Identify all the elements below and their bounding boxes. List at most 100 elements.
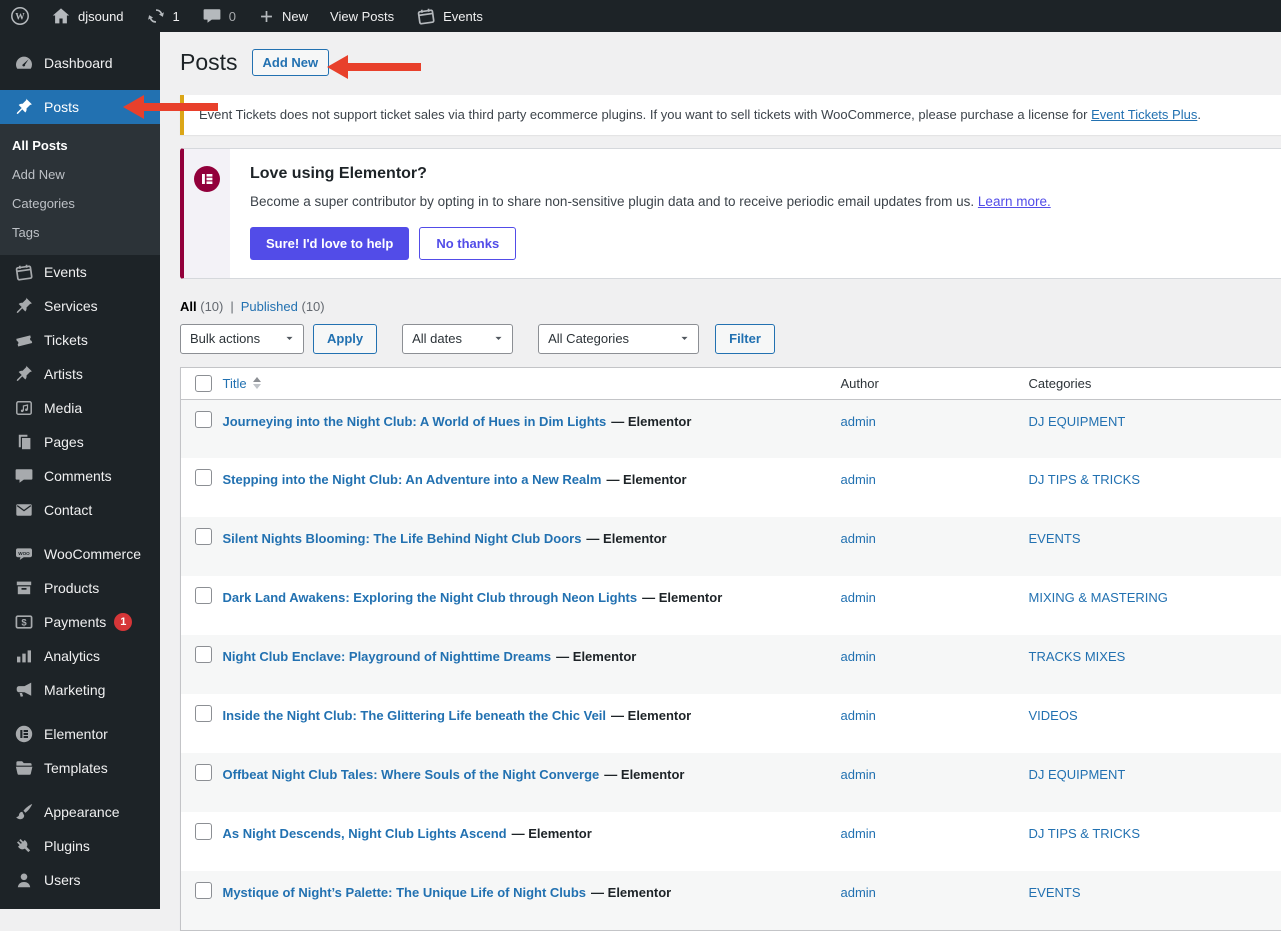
- table-header-row: Title Author Categories: [181, 367, 1281, 399]
- sidebar-item-label: Templates: [44, 760, 108, 776]
- sidebar-item-templates[interactable]: Templates: [0, 751, 160, 785]
- post-title-link[interactable]: Night Club Enclave: Playground of Nightt…: [223, 649, 552, 664]
- sidebar-item-payments[interactable]: $Payments1: [0, 605, 160, 639]
- elementor-dismiss-button[interactable]: No thanks: [419, 227, 516, 260]
- post-title-link[interactable]: Inside the Night Club: The Glittering Li…: [223, 708, 607, 723]
- row-checkbox[interactable]: [195, 646, 212, 663]
- sidebar-item-elementor[interactable]: Elementor: [0, 717, 160, 751]
- add-new-button[interactable]: Add New: [252, 49, 330, 76]
- category-link[interactable]: MIXING & MASTERING: [1029, 590, 1168, 605]
- event-tickets-notice-text: Event Tickets does not support ticket sa…: [199, 105, 1281, 125]
- comment-count: 0: [229, 9, 236, 24]
- post-row: Journeying into the Night Club: A World …: [181, 399, 1281, 458]
- sidebar-item-label: Payments: [44, 614, 106, 630]
- author-link[interactable]: admin: [841, 885, 876, 900]
- sidebar-item-marketing[interactable]: Marketing: [0, 673, 160, 707]
- sidebar-item-posts[interactable]: Posts: [0, 90, 160, 124]
- post-row: Stepping into the Night Club: An Adventu…: [181, 458, 1281, 517]
- sidebar-item-comments[interactable]: Comments: [0, 459, 160, 493]
- events-menu[interactable]: Events: [405, 0, 494, 32]
- sidebar-item-plugins[interactable]: Plugins: [0, 829, 160, 863]
- row-checkbox[interactable]: [195, 882, 212, 899]
- learn-more-link[interactable]: Learn more.: [978, 194, 1051, 209]
- media-icon: [14, 398, 34, 418]
- categories-filter-select[interactable]: All Categories: [538, 324, 699, 354]
- category-link[interactable]: TRACKS MIXES: [1029, 649, 1126, 664]
- apply-button[interactable]: Apply: [313, 324, 377, 354]
- sidebar-item-artists[interactable]: Artists: [0, 357, 160, 391]
- sidebar-item-dashboard[interactable]: Dashboard: [0, 46, 160, 80]
- updates-menu[interactable]: 1: [135, 0, 191, 32]
- author-link[interactable]: admin: [841, 826, 876, 841]
- category-link[interactable]: DJ TIPS & TRICKS: [1029, 826, 1141, 841]
- sidebar-item-woocommerce[interactable]: WOOWooCommerce: [0, 537, 160, 571]
- sidebar-item-label: Plugins: [44, 838, 90, 854]
- author-link[interactable]: admin: [841, 472, 876, 487]
- author-link[interactable]: admin: [841, 531, 876, 546]
- main-content: Posts Add New Event Tickets does not sup…: [160, 32, 1281, 909]
- menu-separator: [0, 707, 160, 717]
- comments-icon: [202, 6, 222, 26]
- view-posts-menu[interactable]: View Posts: [319, 0, 405, 32]
- filter-button[interactable]: Filter: [715, 324, 775, 354]
- sidebar-subitem-tags[interactable]: Tags: [0, 218, 160, 247]
- row-checkbox[interactable]: [195, 823, 212, 840]
- author-link[interactable]: admin: [841, 590, 876, 605]
- new-content-menu[interactable]: New: [247, 0, 319, 32]
- sidebar-item-label: Products: [44, 580, 99, 596]
- row-checkbox[interactable]: [195, 528, 212, 545]
- post-title-link[interactable]: Silent Nights Blooming: The Life Behind …: [223, 531, 582, 546]
- post-title-link[interactable]: Mystique of Night’s Palette: The Unique …: [223, 885, 587, 900]
- author-link[interactable]: admin: [841, 767, 876, 782]
- comments-menu[interactable]: 0: [191, 0, 247, 32]
- sidebar-item-label: Contact: [44, 502, 92, 518]
- row-checkbox[interactable]: [195, 705, 212, 722]
- sidebar-item-events[interactable]: Events: [0, 255, 160, 289]
- sidebar-item-appearance[interactable]: Appearance: [0, 795, 160, 829]
- dashboard-icon: [14, 53, 34, 73]
- sidebar-item-media[interactable]: Media: [0, 391, 160, 425]
- sidebar-item-analytics[interactable]: Analytics: [0, 639, 160, 673]
- sort-by-title-link[interactable]: Title: [223, 376, 261, 391]
- bulk-actions-select[interactable]: Bulk actions: [180, 324, 304, 354]
- wp-logo-menu[interactable]: W: [0, 0, 40, 32]
- sidebar-subitem-add-new[interactable]: Add New: [0, 160, 160, 189]
- elementor-notice-body: Love using Elementor? Become a super con…: [230, 149, 1281, 278]
- post-title-link[interactable]: Stepping into the Night Club: An Adventu…: [223, 472, 602, 487]
- sidebar-item-contact[interactable]: Contact: [0, 493, 160, 527]
- sidebar-item-services[interactable]: Services: [0, 289, 160, 323]
- row-checkbox[interactable]: [195, 587, 212, 604]
- category-link[interactable]: DJ TIPS & TRICKS: [1029, 472, 1141, 487]
- category-link[interactable]: EVENTS: [1029, 531, 1081, 546]
- event-tickets-plus-link[interactable]: Event Tickets Plus: [1091, 107, 1197, 122]
- sidebar-subitem-categories[interactable]: Categories: [0, 189, 160, 218]
- row-checkbox[interactable]: [195, 764, 212, 781]
- category-link[interactable]: DJ EQUIPMENT: [1029, 414, 1126, 429]
- row-checkbox[interactable]: [195, 469, 212, 486]
- select-all-checkbox[interactable]: [195, 375, 212, 392]
- categories-column-header: Categories: [1029, 376, 1092, 391]
- author-link[interactable]: admin: [841, 649, 876, 664]
- row-checkbox[interactable]: [195, 411, 212, 428]
- sidebar-item-tickets[interactable]: Tickets: [0, 323, 160, 357]
- post-title-link[interactable]: Journeying into the Night Club: A World …: [223, 414, 607, 429]
- post-title-link[interactable]: Dark Land Awakens: Exploring the Night C…: [223, 590, 638, 605]
- tickets-icon: [14, 330, 34, 350]
- sidebar-item-products[interactable]: Products: [0, 571, 160, 605]
- elementor-agree-button[interactable]: Sure! I'd love to help: [250, 227, 409, 260]
- sidebar-subitem-all-posts[interactable]: All Posts: [0, 131, 160, 160]
- view-published-link[interactable]: Published (10): [241, 299, 325, 314]
- author-link[interactable]: admin: [841, 708, 876, 723]
- category-link[interactable]: EVENTS: [1029, 885, 1081, 900]
- view-all-link[interactable]: All (10): [180, 299, 223, 314]
- sidebar-item-users[interactable]: Users: [0, 863, 160, 897]
- category-link[interactable]: DJ EQUIPMENT: [1029, 767, 1126, 782]
- post-title-link[interactable]: As Night Descends, Night Club Lights Asc…: [223, 826, 507, 841]
- site-name-menu[interactable]: djsound: [40, 0, 135, 32]
- author-link[interactable]: admin: [841, 414, 876, 429]
- sidebar-item-label: WooCommerce: [44, 546, 141, 562]
- sidebar-item-pages[interactable]: Pages: [0, 425, 160, 459]
- dates-filter-select[interactable]: All dates: [402, 324, 513, 354]
- category-link[interactable]: VIDEOS: [1029, 708, 1078, 723]
- post-title-link[interactable]: Offbeat Night Club Tales: Where Souls of…: [223, 767, 600, 782]
